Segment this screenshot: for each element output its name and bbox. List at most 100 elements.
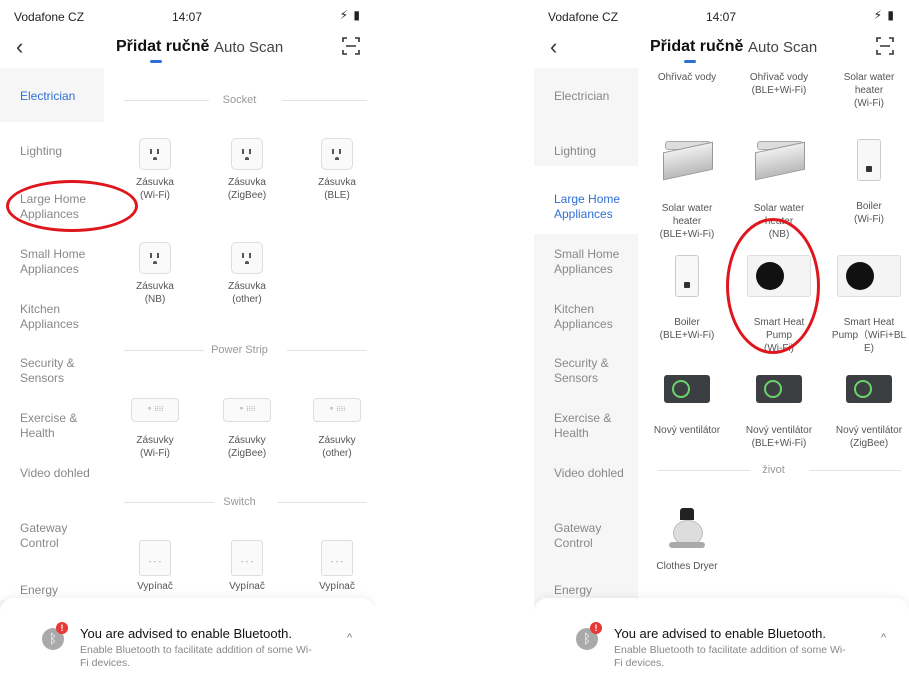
chevron-up-icon[interactable]: ^ [881, 632, 886, 644]
fan-icon [756, 375, 802, 403]
device-boiler-wifi[interactable]: Boiler (Wi-Fi) [824, 126, 909, 239]
device-label: Vypínač [229, 581, 265, 592]
section-header-switch: Switch [104, 496, 375, 508]
alert-badge: ! [590, 622, 602, 634]
sidebar-item-electrician[interactable]: Electrician [20, 89, 104, 104]
device-fan[interactable]: Nový ventilátor [642, 362, 732, 450]
sidebar-item-large-home-appliances[interactable]: Large Home Appliances [554, 192, 638, 222]
category-sidebar: Electrician Lighting Large Home Applianc… [0, 68, 104, 673]
sidebar-item-energy[interactable]: Energy [20, 583, 104, 598]
device-socket-wifi[interactable]: Zásuvka (Wi-Fi) [110, 138, 200, 202]
device-label: Nový ventilátor (BLE+Wi-Fi) [745, 425, 813, 449]
banner-subtitle: Enable Bluetooth to facilitate addition … [80, 644, 312, 669]
clothes-dryer-icon [667, 508, 707, 552]
device-switch-2[interactable]: - - - Vypínač [202, 540, 292, 593]
device-solar-water-heater-nb[interactable]: Solar water heater (NB) [734, 126, 824, 254]
device-socket-zigbee[interactable]: Zásuvka (ZigBee) [202, 138, 292, 202]
socket-icon [321, 138, 353, 170]
sidebar-item-gateway-control[interactable]: Gateway Control [554, 521, 638, 551]
device-sublabel: (BLE) [324, 190, 350, 201]
bluetooth-banner: ᛒ ! You are advised to enable Bluetooth.… [534, 598, 909, 673]
device-power-strip-zigbee[interactable]: ⚬ ⁝⁝⁝⁝ Zásuvky (ZigBee) [202, 398, 292, 460]
chevron-up-icon[interactable]: ^ [347, 632, 352, 644]
fan-icon [846, 375, 892, 403]
sidebar-item-energy[interactable]: Energy [554, 583, 638, 598]
status-icons: ⚡︎ ▮ [873, 8, 895, 22]
clock: 14:07 [172, 10, 203, 24]
device-sublabel: (ZigBee) [227, 190, 267, 201]
sidebar-item-security-sensors[interactable]: Security & Sensors [20, 356, 104, 386]
device-water-heater-ble-wifi[interactable]: Ohřivač vody (BLE+Wi-Fi) [734, 58, 824, 110]
section-title: život [762, 464, 785, 476]
device-socket-other[interactable]: Zásuvka (other) [202, 242, 292, 306]
device-switch-1[interactable]: - - - Vypínač [110, 540, 200, 593]
device-label: Zásuvka [136, 177, 174, 188]
device-fan-zigbee[interactable]: Nový ventilátor (ZigBee) [824, 362, 909, 463]
device-solar-water-heater-ble-wifi[interactable]: Solar water heater (BLE+Wi-Fi) [642, 126, 732, 254]
device-label: Boiler (Wi-Fi) [854, 201, 884, 225]
device-sublabel: (Wi-Fi) [140, 190, 170, 201]
sidebar-item-exercise-health[interactable]: Exercise & Health [20, 411, 104, 441]
tab-add-manually[interactable]: Přidat ručně [116, 38, 209, 56]
device-power-strip-wifi[interactable]: ⚬ ⁝⁝⁝⁝ Zásuvky (Wi-Fi) [110, 398, 200, 460]
device-socket-ble[interactable]: Zásuvka (BLE) [292, 138, 375, 202]
device-label: Solar water heater (NB) [753, 203, 805, 240]
device-clothes-dryer[interactable]: Clothes Dryer [642, 508, 732, 573]
sidebar-item-kitchen-appliances[interactable]: Kitchen Appliances [20, 302, 104, 332]
status-bar: Vodafone CZ 14:07 ⚡︎ ▮ [0, 0, 375, 28]
sidebar-item-small-home-appliances[interactable]: Small Home Appliances [20, 247, 104, 277]
device-label: Zásuvka [318, 177, 356, 188]
power-strip-icon: ⚬ ⁝⁝⁝⁝ [313, 398, 361, 422]
device-smart-heat-pump-wifi-ble[interactable]: Smart Heat Pump（WiFi+BL E) [824, 242, 909, 368]
device-socket-nb[interactable]: Zásuvka (NB) [110, 242, 200, 306]
device-label: Clothes Dryer [656, 561, 718, 572]
carrier-label: Vodafone CZ [548, 10, 619, 24]
section-title: Switch [223, 496, 256, 508]
switch-icon: - - - [231, 540, 263, 576]
alert-badge: ! [56, 622, 68, 634]
sidebar-item-electrician[interactable]: Electrician [554, 89, 638, 104]
sidebar-item-kitchen-appliances[interactable]: Kitchen Appliances [554, 302, 638, 332]
tab-auto-scan[interactable]: Auto Scan [214, 39, 283, 56]
back-button[interactable]: ‹ [550, 34, 557, 60]
bluetooth-banner: ᛒ ! You are advised to enable Bluetooth.… [0, 598, 375, 673]
back-button[interactable]: ‹ [16, 34, 23, 60]
status-icons: ⚡︎ ▮ [339, 8, 361, 22]
sidebar-item-large-home-appliances[interactable]: Large Home Appliances [20, 192, 104, 222]
tab-auto-scan[interactable]: Auto Scan [748, 39, 817, 56]
sidebar-item-video-dohled[interactable]: Video dohled [20, 466, 104, 481]
heat-pump-icon [747, 255, 811, 297]
device-label: Zásuvka [228, 177, 266, 188]
device-label: Zásuvky [318, 435, 356, 446]
banner-subtitle: Enable Bluetooth to facilitate addition … [614, 644, 846, 669]
sidebar-item-exercise-health[interactable]: Exercise & Health [554, 411, 638, 441]
scan-qr-icon[interactable] [875, 36, 895, 56]
socket-icon [139, 242, 171, 274]
power-strip-icon: ⚬ ⁝⁝⁝⁝ [131, 398, 179, 422]
device-boiler-ble-wifi[interactable]: Boiler (BLE+Wi-Fi) [642, 242, 732, 355]
device-sublabel: (other) [232, 294, 262, 305]
device-label: Boiler (BLE+Wi-Fi) [659, 317, 715, 341]
sidebar-item-gateway-control[interactable]: Gateway Control [20, 521, 104, 551]
sidebar-item-lighting[interactable]: Lighting [20, 144, 104, 159]
scan-qr-icon[interactable] [341, 36, 361, 56]
device-water-heater[interactable]: Ohřivač vody [642, 58, 732, 97]
solar-heater-icon [751, 139, 807, 183]
top-nav: ‹ Přidat ručně Auto Scan [0, 28, 375, 68]
device-label: Solar water heater (BLE+Wi-Fi) [659, 203, 715, 240]
device-fan-ble-wifi[interactable]: Nový ventilátor (BLE+Wi-Fi) [734, 362, 824, 463]
sidebar-item-lighting[interactable]: Lighting [554, 144, 638, 159]
sidebar-item-security-sensors[interactable]: Security & Sensors [554, 356, 638, 386]
boiler-icon [675, 255, 699, 297]
device-solar-water-heater-wifi[interactable]: Solar water heater (Wi-Fi) [824, 58, 909, 123]
sidebar-item-video-dohled[interactable]: Video dohled [554, 466, 638, 481]
socket-icon [139, 138, 171, 170]
device-label: Vypínač [137, 581, 173, 592]
device-smart-heat-pump-wifi[interactable]: Smart Heat Pump (Wi-Fi) [734, 242, 824, 368]
tab-add-manually[interactable]: Přidat ručně [650, 38, 743, 56]
status-bar: Vodafone CZ 14:07 ⚡︎ ▮ [534, 0, 909, 28]
device-switch-3[interactable]: - - - Vypínač [292, 540, 375, 593]
device-power-strip-other[interactable]: ⚬ ⁝⁝⁝⁝ Zásuvky (other) [292, 398, 375, 460]
sidebar-item-small-home-appliances[interactable]: Small Home Appliances [554, 247, 638, 277]
device-label: Zásuvky [228, 435, 266, 446]
